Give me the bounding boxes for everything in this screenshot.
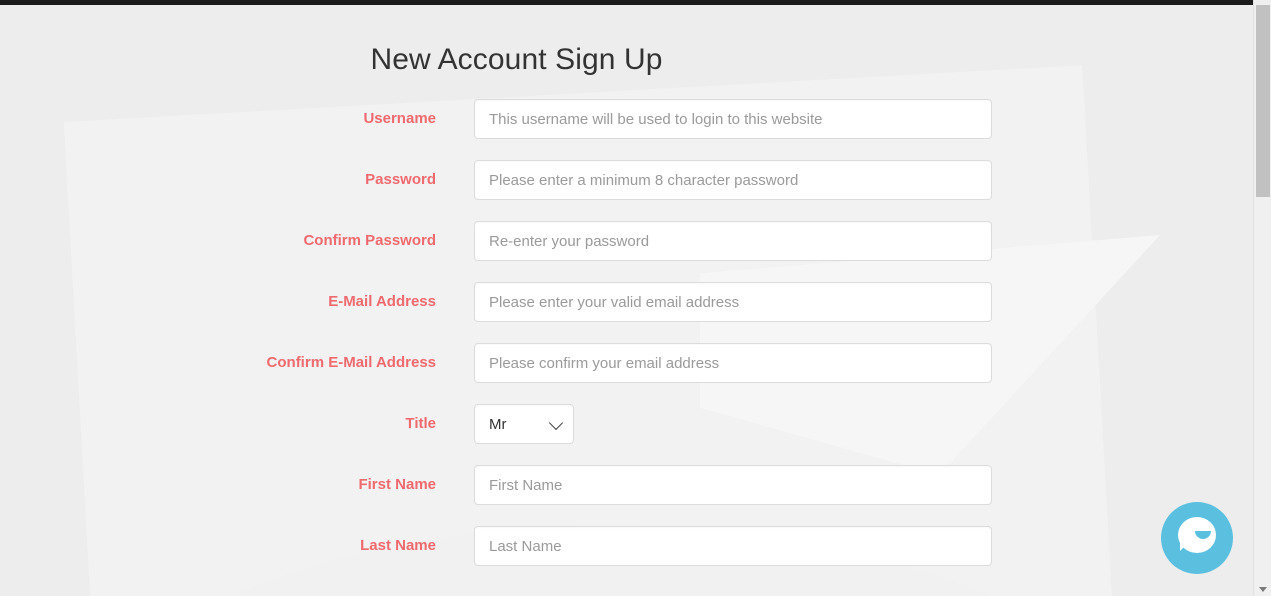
confirm-password-input[interactable]	[474, 221, 992, 261]
first-name-input[interactable]	[474, 465, 992, 505]
field-wrap-title: Mr	[474, 404, 574, 444]
triangle-down-icon[interactable]	[1259, 587, 1267, 592]
form-row-first-name: First Name	[0, 465, 1253, 505]
form-row-confirm-email: Confirm E-Mail Address	[0, 343, 1253, 383]
vertical-scrollbar[interactable]	[1253, 0, 1271, 596]
form-row-password: Password	[0, 160, 1253, 200]
form-row-email: E-Mail Address	[0, 282, 1253, 322]
password-input[interactable]	[474, 160, 992, 200]
field-wrap-email	[474, 282, 992, 322]
form-row-confirm-password: Confirm Password	[0, 221, 1253, 261]
field-wrap-confirm-email	[474, 343, 992, 383]
field-wrap-first-name	[474, 465, 992, 505]
email-input[interactable]	[474, 282, 992, 322]
label-last-name: Last Name	[360, 537, 436, 554]
signup-form: Username Password Confirm Password	[0, 99, 1253, 566]
chat-bubble-tail-icon	[1180, 542, 1189, 551]
field-wrap-username	[474, 99, 992, 139]
signup-page-content: New Account Sign Up Username Password Co…	[0, 5, 1253, 566]
form-row-title: Title Mr	[0, 404, 1253, 444]
title-select-value: Mr	[489, 415, 507, 433]
chat-launcher-button[interactable]	[1161, 502, 1233, 574]
username-input[interactable]	[474, 99, 992, 139]
confirm-email-input[interactable]	[474, 343, 992, 383]
label-first-name: First Name	[358, 476, 436, 493]
title-select[interactable]: Mr	[474, 404, 574, 444]
label-title: Title	[405, 415, 436, 432]
label-confirm-email: Confirm E-Mail Address	[266, 354, 436, 371]
chevron-down-icon	[548, 415, 564, 431]
page-title: New Account Sign Up	[370, 43, 663, 76]
form-row-last-name: Last Name	[0, 526, 1253, 566]
field-wrap-last-name	[474, 526, 992, 566]
last-name-input[interactable]	[474, 526, 992, 566]
scrollbar-thumb[interactable]	[1256, 5, 1270, 197]
page-viewport: New Account Sign Up Username Password Co…	[0, 5, 1253, 596]
field-wrap-password	[474, 160, 992, 200]
label-email: E-Mail Address	[328, 293, 436, 310]
browser-top-bar	[0, 0, 1253, 5]
form-row-username: Username	[0, 99, 1253, 139]
field-wrap-confirm-password	[474, 221, 992, 261]
label-password: Password	[365, 171, 436, 188]
label-username: Username	[363, 110, 436, 127]
label-confirm-password: Confirm Password	[303, 232, 436, 249]
